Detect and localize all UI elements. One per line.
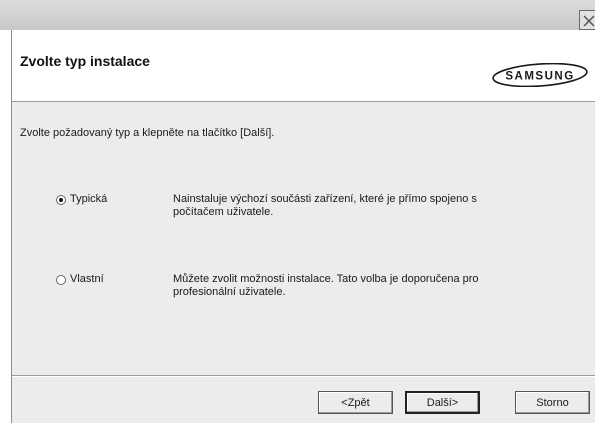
back-button[interactable]: <Zpět <box>318 391 393 414</box>
logo-text: SAMSUNG <box>505 71 574 83</box>
close-button[interactable] <box>579 10 595 30</box>
option-custom-label[interactable]: Vlastní <box>70 273 104 285</box>
window-titlebar <box>0 0 595 30</box>
next-button[interactable]: Další> <box>405 391 480 414</box>
samsung-logo: SAMSUNG <box>492 63 588 87</box>
cancel-button[interactable]: Storno <box>515 391 590 414</box>
option-typical-radio[interactable] <box>56 195 66 205</box>
dialog-header: Zvolte typ instalace SAMSUNG <box>12 30 595 102</box>
option-custom-description: Můžete zvolit možnosti instalace. Tato v… <box>173 273 479 298</box>
dialog-frame: Zvolte typ instalace SAMSUNG Zvolte poža… <box>11 30 595 423</box>
page-title: Zvolte typ instalace <box>20 53 150 69</box>
option-typical-label[interactable]: Typická <box>70 193 107 205</box>
option-typical-description: Nainstaluje výchozí součásti zařízení, k… <box>173 193 477 218</box>
close-icon <box>583 15 595 27</box>
instruction-text: Zvolte požadovaný typ a klepněte na tlač… <box>20 127 275 139</box>
option-custom-radio[interactable] <box>56 275 66 285</box>
footer-divider <box>12 375 595 377</box>
